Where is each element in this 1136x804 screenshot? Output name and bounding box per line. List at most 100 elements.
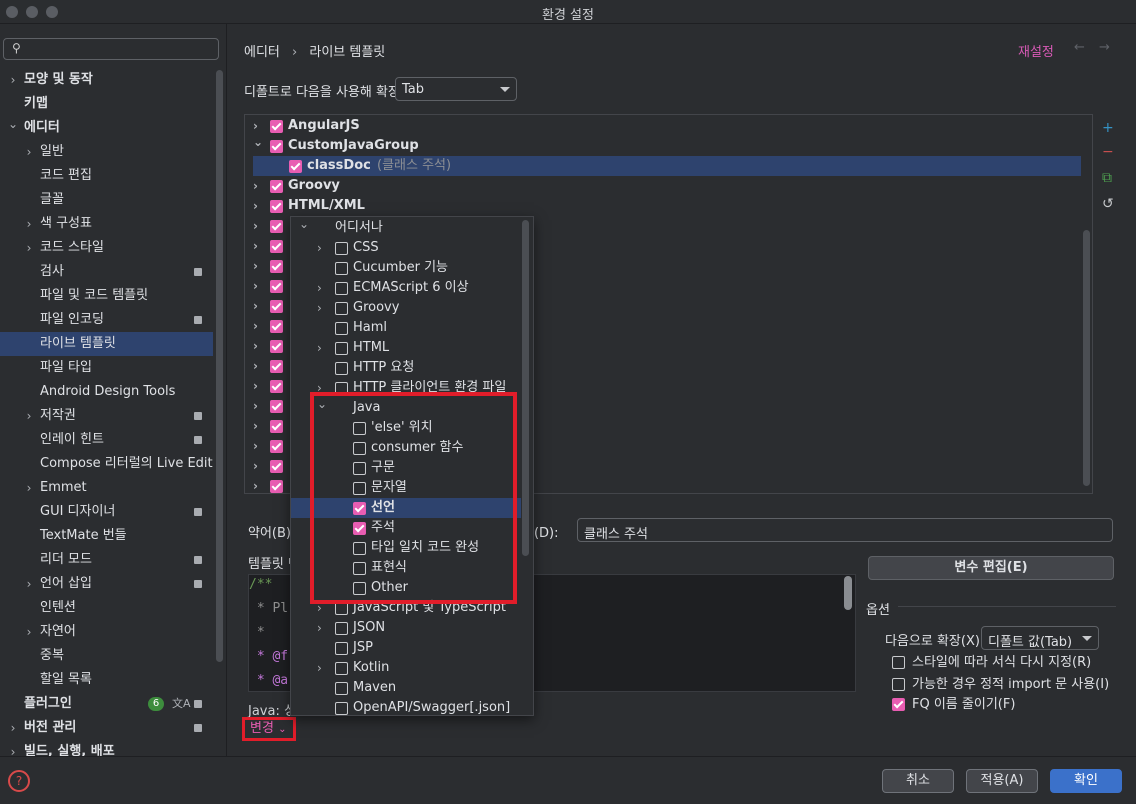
template-checkbox[interactable] xyxy=(270,320,283,333)
template-tree-row[interactable]: › Groovy xyxy=(245,176,1092,196)
sidebar-item[interactable]: 코드 편집 xyxy=(0,164,213,188)
sidebar-item[interactable]: › 자연어 xyxy=(0,620,213,644)
sidebar-item[interactable]: 키맵 xyxy=(0,92,213,116)
restore-icon[interactable]: ↺ xyxy=(1102,196,1114,212)
sidebar-item[interactable]: 중복 xyxy=(0,644,213,668)
sidebar-item[interactable]: 플러그인 6 文A xyxy=(0,692,213,716)
chevron-right-icon[interactable]: › xyxy=(253,336,258,356)
template-checkbox[interactable] xyxy=(270,340,283,353)
chevron-right-icon[interactable]: › xyxy=(317,658,322,678)
template-checkbox[interactable] xyxy=(270,480,283,493)
cancel-button[interactable]: 취소 xyxy=(882,769,954,793)
chevron-right-icon[interactable]: › xyxy=(253,256,258,276)
context-item[interactable]: ⌄ 어디서나 xyxy=(291,217,521,238)
sidebar-item[interactable]: › 모양 및 동작 xyxy=(0,68,213,92)
sidebar-item[interactable]: 리더 모드 xyxy=(0,548,213,572)
shorten-fq-checkbox[interactable] xyxy=(892,698,905,711)
template-checkbox[interactable] xyxy=(289,160,302,173)
context-checkbox[interactable] xyxy=(335,262,348,275)
context-item[interactable]: › HTML xyxy=(291,338,521,358)
chevron-right-icon[interactable]: › xyxy=(253,216,258,236)
chevron-right-icon[interactable]: › xyxy=(253,196,258,216)
context-item[interactable]: Haml xyxy=(291,318,521,338)
template-tree-row[interactable]: › HTML/XML xyxy=(245,196,1092,216)
sidebar-item[interactable]: › 빌드, 실행, 배포 xyxy=(0,740,213,756)
search-input[interactable]: ⚲ xyxy=(3,38,219,60)
chevron-right-icon[interactable]: › xyxy=(7,68,19,92)
change-context-button[interactable]: 변경 ⌄ xyxy=(242,717,296,741)
chevron-right-icon[interactable]: › xyxy=(23,404,35,428)
chevron-down-icon[interactable]: ⌄ xyxy=(299,217,309,234)
sidebar-item[interactable]: › 일반 xyxy=(0,140,213,164)
expand-with-select[interactable]: 디폴트 값(Tab) xyxy=(981,626,1099,650)
ok-button[interactable]: 확인 xyxy=(1050,769,1122,793)
context-item[interactable]: › JSON xyxy=(291,618,521,638)
template-tree-row[interactable]: › AngularJS xyxy=(245,116,1092,136)
template-checkbox[interactable] xyxy=(270,420,283,433)
chevron-right-icon[interactable]: › xyxy=(7,740,19,756)
sidebar-item[interactable]: ⌄ 에디터 xyxy=(0,116,213,140)
chevron-right-icon[interactable]: › xyxy=(317,238,322,258)
template-checkbox[interactable] xyxy=(270,460,283,473)
sidebar-item[interactable]: › 저작권 xyxy=(0,404,213,428)
chevron-right-icon[interactable]: › xyxy=(253,456,258,476)
context-item[interactable]: › ECMAScript 6 이상 xyxy=(291,278,521,298)
chevron-right-icon[interactable]: › xyxy=(253,316,258,336)
chevron-right-icon[interactable]: › xyxy=(317,298,322,318)
chevron-right-icon[interactable]: › xyxy=(253,416,258,436)
breadcrumb-parent[interactable]: 에디터 xyxy=(244,45,280,60)
popup-scrollbar[interactable] xyxy=(522,220,529,556)
context-item[interactable]: Maven xyxy=(291,678,521,698)
chevron-right-icon[interactable]: › xyxy=(253,476,258,493)
context-checkbox[interactable] xyxy=(335,682,348,695)
sidebar-item[interactable]: › 언어 삽입 xyxy=(0,572,213,596)
template-tree-row[interactable]: classDoc (클래스 주석) xyxy=(253,156,1081,176)
context-checkbox[interactable] xyxy=(335,662,348,675)
template-checkbox[interactable] xyxy=(270,140,283,153)
chevron-right-icon[interactable]: › xyxy=(7,716,19,740)
sidebar-scrollbar[interactable] xyxy=(216,70,223,662)
template-checkbox[interactable] xyxy=(270,440,283,453)
sidebar-item[interactable]: › 코드 스타일 xyxy=(0,236,213,260)
sidebar-item[interactable]: TextMate 번들 xyxy=(0,524,213,548)
static-import-checkbox[interactable] xyxy=(892,678,905,691)
forward-arrow-icon[interactable]: → xyxy=(1099,40,1110,55)
chevron-right-icon[interactable]: › xyxy=(317,338,322,358)
editor-scrollbar[interactable] xyxy=(844,576,852,610)
sidebar-item[interactable]: 검사 xyxy=(0,260,213,284)
chevron-right-icon[interactable]: › xyxy=(23,236,35,260)
context-item[interactable]: OpenAPI/Swagger[.json] xyxy=(291,698,521,715)
chevron-right-icon[interactable]: › xyxy=(317,278,322,298)
context-checkbox[interactable] xyxy=(335,622,348,635)
template-checkbox[interactable] xyxy=(270,360,283,373)
chevron-right-icon[interactable]: › xyxy=(253,356,258,376)
context-item[interactable]: › CSS xyxy=(291,238,521,258)
template-checkbox[interactable] xyxy=(270,120,283,133)
reformat-checkbox[interactable] xyxy=(892,656,905,669)
template-checkbox[interactable] xyxy=(270,380,283,393)
remove-icon[interactable]: − xyxy=(1102,144,1114,160)
context-checkbox[interactable] xyxy=(335,362,348,375)
context-item[interactable]: Cucumber 기능 xyxy=(291,258,521,278)
template-checkbox[interactable] xyxy=(270,220,283,233)
chevron-right-icon[interactable]: › xyxy=(23,476,35,500)
sidebar-item[interactable]: GUI 디자이너 xyxy=(0,500,213,524)
chevron-down-icon[interactable]: ⌄ xyxy=(7,112,19,136)
template-checkbox[interactable] xyxy=(270,280,283,293)
sidebar-item[interactable]: 파일 및 코드 템플릿 xyxy=(0,284,213,308)
sidebar-item[interactable]: 파일 인코딩 xyxy=(0,308,213,332)
copy-icon[interactable]: ⧉ xyxy=(1102,170,1112,186)
chevron-right-icon[interactable]: › xyxy=(253,236,258,256)
context-item[interactable]: › Kotlin xyxy=(291,658,521,678)
context-item[interactable]: HTTP 요청 xyxy=(291,358,521,378)
sidebar-item[interactable]: Android Design Tools xyxy=(0,380,213,404)
template-tree-scrollbar[interactable] xyxy=(1083,230,1090,486)
context-checkbox[interactable] xyxy=(335,302,348,315)
chevron-right-icon[interactable]: › xyxy=(317,618,322,638)
template-checkbox[interactable] xyxy=(270,180,283,193)
sidebar-item[interactable]: 라이브 템플릿 xyxy=(0,332,213,356)
context-checkbox[interactable] xyxy=(335,242,348,255)
chevron-right-icon[interactable]: › xyxy=(23,212,35,236)
sidebar-item[interactable]: › 버전 관리 xyxy=(0,716,213,740)
chevron-right-icon[interactable]: › xyxy=(253,296,258,316)
